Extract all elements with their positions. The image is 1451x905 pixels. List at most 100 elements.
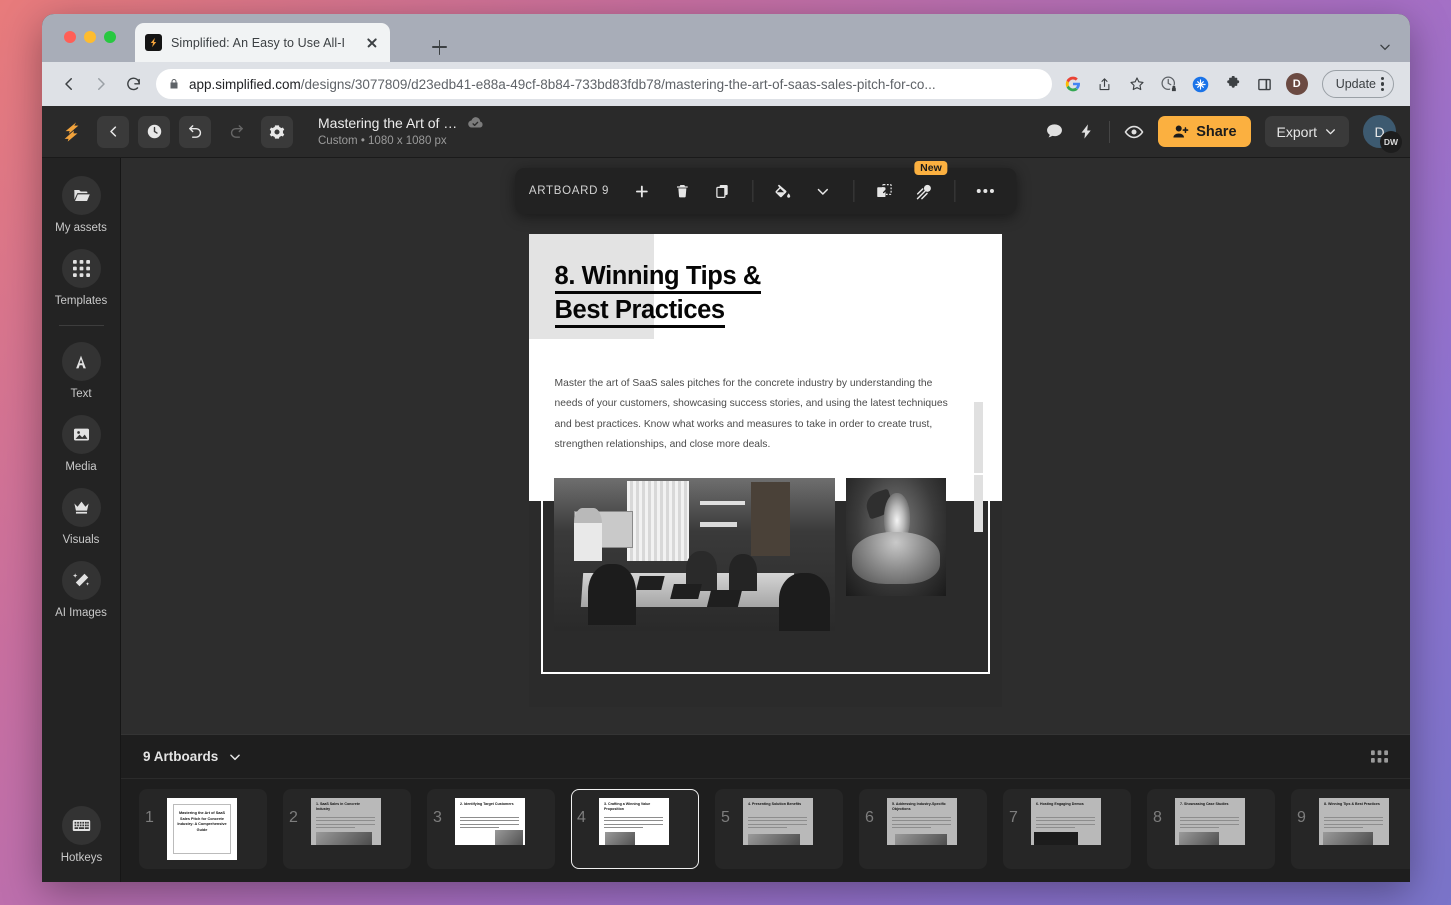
thumbnail-preview: 8. Winning Tips & Best Practices bbox=[1319, 798, 1389, 860]
chevron-down-icon bbox=[230, 753, 241, 760]
thumbnail-number: 4 bbox=[577, 809, 586, 826]
extension-blue-icon[interactable] bbox=[1190, 73, 1212, 95]
artboard-thumbnail[interactable]: 1 Mastering the Art of SaaS Sales Pitch … bbox=[131, 789, 275, 871]
artboards-panel-header: 9 Artboards bbox=[121, 735, 1410, 779]
browser-window: Simplified: An Easy to Use All-I app.sim… bbox=[42, 14, 1410, 882]
artboard-slide[interactable]: 8. Winning Tips & Best Practices Master … bbox=[529, 234, 1002, 707]
add-user-icon bbox=[1173, 125, 1189, 138]
resize-artboard-icon[interactable] bbox=[867, 174, 901, 208]
forward-icon[interactable] bbox=[86, 69, 116, 99]
text-a-icon bbox=[61, 342, 101, 381]
comments-button[interactable] bbox=[1045, 122, 1064, 141]
artboard-thumbnail[interactable]: 9 8. Winning Tips & Best Practices bbox=[1283, 789, 1410, 871]
close-tab-icon[interactable] bbox=[364, 35, 380, 51]
sidebar-item-label: My assets bbox=[55, 222, 107, 234]
preview-button[interactable] bbox=[1124, 122, 1144, 142]
google-icon[interactable] bbox=[1062, 73, 1084, 95]
artboards-panel: 9 Artboards 1 Mastering the Art of SaaS … bbox=[121, 734, 1410, 882]
puzzle-icon[interactable] bbox=[1222, 73, 1244, 95]
duplicate-artboard-icon[interactable] bbox=[705, 174, 739, 208]
thumbnail-preview: 6. Hosting Engaging Demos bbox=[1031, 798, 1101, 860]
chrome-menu-icon[interactable] bbox=[1381, 75, 1385, 93]
toolbar-divider bbox=[1109, 120, 1111, 143]
artboard-name-label: ARTBOARD 9 bbox=[528, 185, 610, 197]
cloud-saved-icon bbox=[466, 116, 484, 130]
tab-list-chevron-icon[interactable] bbox=[1378, 40, 1392, 54]
undo-button[interactable] bbox=[179, 115, 211, 148]
chrome-profile-avatar[interactable]: D bbox=[1285, 73, 1308, 95]
history-lock-icon[interactable] bbox=[1158, 73, 1180, 95]
user-avatar[interactable]: D DW bbox=[1363, 115, 1402, 153]
thumbnail-title: 7. Showcasing Case Studies bbox=[1180, 802, 1229, 806]
folder-icon bbox=[61, 176, 101, 215]
slide-body-text[interactable]: Master the art of SaaS sales pitches for… bbox=[555, 374, 952, 456]
sidebar-item-text[interactable]: Text bbox=[42, 342, 121, 400]
url-input[interactable]: app.simplified.com/designs/3077809/d23ed… bbox=[156, 69, 1052, 99]
fill-color-icon[interactable] bbox=[766, 174, 800, 208]
thumbnail-number: 3 bbox=[433, 809, 442, 826]
reload-icon[interactable] bbox=[118, 69, 148, 99]
sidebar-item-ai-images[interactable]: AI Images bbox=[42, 561, 121, 619]
artboard-thumbnail[interactable]: 6 5. Addressing Industry-Specific Object… bbox=[851, 789, 995, 871]
sidepanel-icon[interactable] bbox=[1254, 73, 1276, 95]
sidebar-item-templates[interactable]: Templates bbox=[42, 249, 121, 307]
sidebar-item-label: Media bbox=[65, 461, 97, 473]
left-sidebar: My assets Templates Text Media Visuals A… bbox=[42, 158, 121, 882]
slide-title-line1: 8. Winning Tips & bbox=[554, 262, 761, 294]
sidebar-item-media[interactable]: Media bbox=[42, 415, 121, 473]
export-button[interactable]: Export bbox=[1264, 116, 1349, 147]
artboard-thumbnail[interactable]: 5 4. Presenting Solution Benefits bbox=[707, 789, 851, 871]
animate-icon[interactable]: New bbox=[907, 161, 948, 208]
back-to-dashboard-button[interactable] bbox=[97, 115, 129, 148]
document-title-row[interactable]: Mastering the Art of … bbox=[318, 115, 484, 133]
bookmark-star-icon[interactable] bbox=[1126, 73, 1148, 95]
update-button[interactable]: Update bbox=[1321, 70, 1394, 98]
add-artboard-icon[interactable] bbox=[625, 174, 659, 208]
artboard-thumbnail[interactable]: 2 1. SaaS Sales in Concrete Industry bbox=[275, 789, 419, 871]
thumbnail-title: 8. Winning Tips & Best Practices bbox=[1324, 802, 1380, 806]
grid-view-icon[interactable] bbox=[1371, 749, 1388, 764]
artboards-count-dropdown[interactable]: 9 Artboards bbox=[143, 749, 242, 764]
share-button[interactable]: Share bbox=[1158, 116, 1251, 147]
more-options-icon[interactable] bbox=[968, 174, 1002, 208]
minimize-window-button[interactable] bbox=[84, 31, 96, 43]
redo-button[interactable] bbox=[220, 116, 252, 148]
sidebar-item-hotkeys[interactable]: Hotkeys bbox=[42, 806, 121, 864]
artboard-thumbnail-selected[interactable]: 4 3. Crafting a Winning Value Propositio… bbox=[563, 789, 707, 871]
simplified-logo-icon[interactable] bbox=[56, 116, 88, 148]
new-tab-button[interactable] bbox=[428, 36, 450, 58]
share-icon[interactable] bbox=[1094, 73, 1116, 95]
sidebar-item-visuals[interactable]: Visuals bbox=[42, 488, 121, 546]
close-window-button[interactable] bbox=[64, 31, 76, 43]
slide-image-lightbulb[interactable] bbox=[845, 477, 947, 596]
toolbar-divider bbox=[752, 180, 754, 202]
back-icon[interactable] bbox=[54, 69, 84, 99]
settings-button[interactable] bbox=[261, 115, 293, 148]
thumbnail-number: 7 bbox=[1009, 809, 1018, 826]
quick-actions-button[interactable] bbox=[1078, 122, 1095, 141]
slide-title[interactable]: 8. Winning Tips & Best Practices bbox=[554, 260, 848, 328]
sidebar-item-my-assets[interactable]: My assets bbox=[42, 176, 121, 234]
sidebar-bottom: Hotkeys bbox=[42, 806, 121, 864]
document-title: Mastering the Art of … bbox=[318, 114, 458, 131]
export-button-label: Export bbox=[1276, 123, 1317, 140]
hands-holding-lightbulb-photo bbox=[845, 477, 947, 596]
browser-tab[interactable]: Simplified: An Easy to Use All-I bbox=[135, 23, 390, 62]
thumbnail-number: 6 bbox=[865, 809, 874, 826]
window-traffic-lights[interactable] bbox=[64, 31, 116, 43]
document-meta: Mastering the Art of … Custom • 1080 x 1… bbox=[318, 115, 484, 149]
maximize-window-button[interactable] bbox=[104, 31, 116, 43]
slide-image-meeting[interactable] bbox=[554, 477, 836, 632]
simplified-logo-icon bbox=[145, 34, 162, 51]
artboard-thumbnail[interactable]: 3 2. Identifying Target Customers bbox=[419, 789, 563, 871]
sidebar-item-label: Text bbox=[70, 388, 92, 400]
artboard-thumbnail-list[interactable]: 1 Mastering the Art of SaaS Sales Pitch … bbox=[121, 779, 1410, 871]
thumbnail-preview: 1. SaaS Sales in Concrete Industry bbox=[311, 798, 381, 860]
artboard-toolbar: ARTBOARD 9 New bbox=[514, 161, 1017, 214]
version-history-button[interactable] bbox=[138, 115, 170, 148]
delete-artboard-icon[interactable] bbox=[665, 174, 699, 208]
artboard-thumbnail[interactable]: 7 6. Hosting Engaging Demos bbox=[995, 789, 1139, 871]
chevron-down-icon[interactable] bbox=[806, 174, 840, 208]
thumbnail-preview: 7. Showcasing Case Studies bbox=[1175, 798, 1245, 860]
artboard-thumbnail[interactable]: 8 7. Showcasing Case Studies bbox=[1139, 789, 1283, 871]
